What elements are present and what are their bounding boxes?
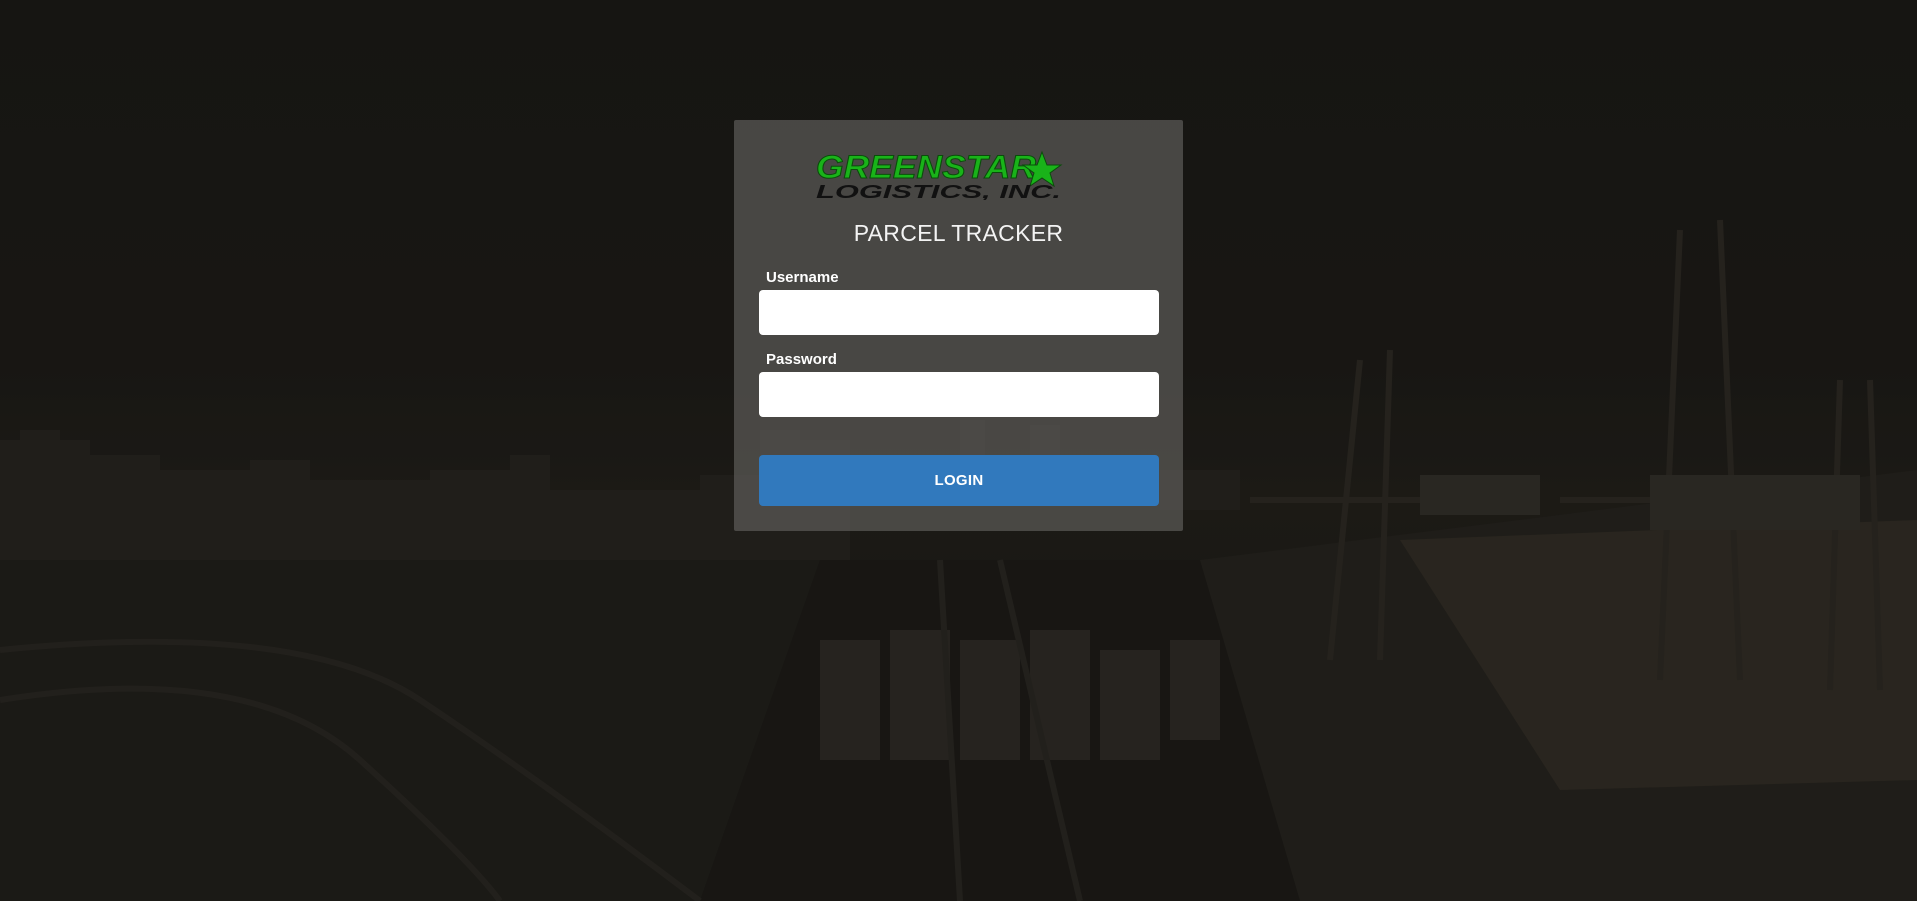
- login-button[interactable]: LOGIN: [759, 455, 1159, 506]
- logo-line2: LOGISTICS, INC.: [816, 182, 1061, 200]
- username-field[interactable]: [759, 290, 1159, 335]
- login-panel: GREENSTAR LOGISTICS, INC. PARCEL TRACKER…: [734, 120, 1183, 531]
- logo-line1: GREENSTAR: [816, 150, 1036, 185]
- company-logo: GREENSTAR LOGISTICS, INC.: [814, 149, 1114, 202]
- page-title: PARCEL TRACKER: [853, 220, 1064, 246]
- password-label: Password: [766, 351, 837, 368]
- username-label: Username: [766, 269, 839, 286]
- password-field[interactable]: [759, 372, 1159, 417]
